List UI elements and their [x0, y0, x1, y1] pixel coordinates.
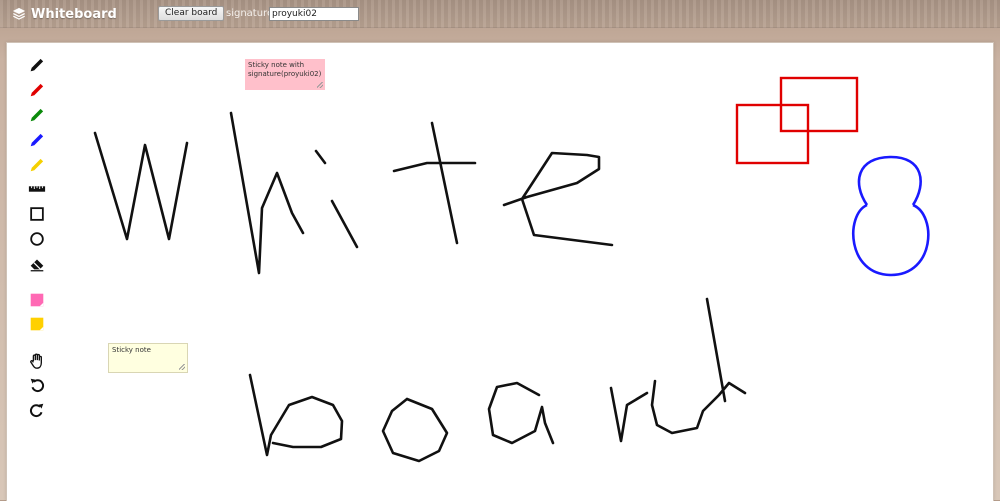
rectangle-tool[interactable]	[27, 204, 47, 224]
signature-input[interactable]	[269, 7, 359, 21]
sticky-note-pink[interactable]: Sticky note with signature(proyuki02)	[245, 59, 325, 90]
pen-red-tool[interactable]	[27, 80, 47, 100]
stroke-e	[502, 151, 614, 247]
stroke-r	[609, 386, 649, 443]
stroke-i	[314, 149, 359, 249]
sticky-note-text[interactable]: Sticky note	[112, 346, 151, 354]
resize-grip-icon[interactable]	[317, 82, 323, 88]
top-bar: Whiteboard Clear board signature	[0, 0, 1000, 28]
sticky-note-icon	[30, 293, 44, 307]
eraser-icon	[30, 259, 44, 272]
pencil-icon	[30, 158, 44, 172]
hand-tool[interactable]	[27, 351, 47, 371]
blue-eight	[852, 155, 930, 277]
handwriting-strokes	[93, 111, 747, 463]
hand-icon	[30, 353, 42, 369]
ruler-icon	[28, 186, 46, 192]
pen-blue-tool[interactable]	[27, 130, 47, 150]
circle-tool[interactable]	[27, 229, 47, 249]
pencil-icon	[30, 108, 44, 122]
whiteboard-canvas[interactable]: Sticky note with signature(proyuki02) St…	[6, 42, 994, 501]
undo-icon	[30, 378, 45, 393]
eight-top	[857, 155, 922, 206]
drawing-layer	[93, 76, 930, 463]
stroke-t	[392, 121, 477, 245]
stroke-b	[248, 373, 344, 457]
sticky-yellow-tool[interactable]	[27, 314, 47, 334]
redo-icon	[29, 403, 44, 418]
sticky-note-yellow[interactable]: Sticky note	[108, 343, 188, 373]
pencil-icon	[30, 133, 44, 147]
pen-green-tool[interactable]	[27, 105, 47, 125]
circle-icon	[30, 232, 44, 246]
eraser-tool[interactable]	[27, 254, 47, 274]
square-icon	[30, 207, 44, 221]
pen-yellow-tool[interactable]	[27, 155, 47, 175]
stroke-d	[650, 297, 747, 435]
stroke-w	[93, 131, 189, 241]
sticky-pink-tool[interactable]	[27, 290, 47, 310]
layers-icon	[12, 7, 26, 20]
red-rectangles	[735, 76, 859, 165]
app-title: Whiteboard	[31, 6, 117, 22]
undo-button[interactable]	[27, 375, 47, 395]
stroke-a	[487, 381, 555, 445]
signature-label: signature	[226, 8, 274, 19]
redo-button[interactable]	[27, 400, 47, 420]
pencil-icon	[30, 83, 44, 97]
eight-bottom	[852, 203, 930, 277]
ruler-tool[interactable]	[27, 179, 47, 199]
pen-black-tool[interactable]	[27, 55, 47, 75]
resize-grip-icon[interactable]	[179, 364, 185, 370]
sticky-note-text[interactable]: Sticky note with signature(proyuki02)	[248, 61, 321, 78]
stroke-o	[381, 397, 449, 463]
rect-shape	[735, 103, 810, 165]
pencil-icon	[30, 58, 44, 72]
app-brand: Whiteboard	[12, 5, 117, 23]
clear-board-button[interactable]: Clear board	[158, 6, 225, 21]
stroke-h	[229, 111, 305, 275]
sticky-note-icon	[30, 317, 44, 331]
